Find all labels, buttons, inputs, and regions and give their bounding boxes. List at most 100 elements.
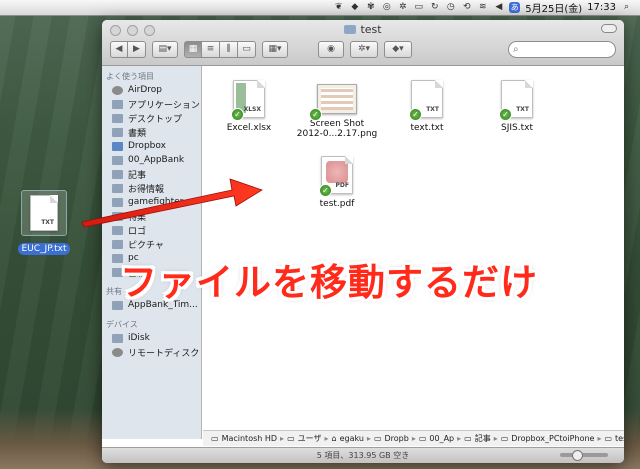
path-item[interactable]: 00_Ap — [429, 434, 454, 443]
icon-view-button[interactable]: ▦ — [184, 40, 202, 58]
sidebar-item-documents[interactable]: 書類 — [102, 125, 201, 139]
volume-icon[interactable]: ◀ — [493, 2, 504, 13]
path-item[interactable]: 記事 — [475, 433, 491, 444]
hard-drive-icon: ▭ — [211, 434, 219, 443]
folder-icon — [112, 183, 123, 193]
list-view-button[interactable]: ≡ — [202, 40, 220, 58]
folder-icon — [112, 155, 123, 165]
sidebar-item-desktop[interactable]: デスクトップ — [102, 111, 201, 125]
sidebar-item-articles[interactable]: 記事 — [102, 167, 201, 181]
file-name: SJIS.txt — [501, 123, 533, 133]
coverflow-view-button[interactable]: ▭ — [238, 40, 256, 58]
remote-disc-icon — [112, 347, 123, 357]
txt-document-icon: TXT — [30, 195, 58, 231]
sidebar-item-remote-disc[interactable]: リモートディスク — [102, 345, 201, 359]
desktop-icon — [112, 113, 123, 123]
path-separator-icon: ▸ — [366, 434, 371, 443]
file-type-tag: TXT — [426, 106, 439, 113]
path-item[interactable]: test — [615, 434, 624, 443]
folder-icon: ▭ — [500, 434, 509, 443]
file-item-test-pdf[interactable]: PDF ✓ test.pdf — [295, 156, 379, 209]
file-item-excel[interactable]: XLSX ✓ Excel.xlsx — [207, 80, 291, 133]
menubar-time[interactable]: 17:33 — [587, 2, 616, 13]
paw-icon[interactable]: ✾ — [365, 2, 376, 13]
folder-icon: ▭ — [418, 434, 427, 443]
title-bar: test ◀ ▶ ▤▾ ▦ ≡ ⫼ ▭ ▦▾ ◉ ✲▾ ◆▾ ⌕ — [102, 20, 624, 66]
file-type-tag: XLSX — [243, 106, 261, 113]
menu-bar: ❦ ◆ ✾ ◎ ✲ ▭ ↻ ◷ ⟲ ≋ ◀ あ 5月25日(金) 17:33 ⌕ — [0, 0, 640, 16]
display-icon[interactable]: ▭ — [413, 2, 424, 13]
folder-icon: ▭ — [373, 434, 382, 443]
sidebar-item-00-appbank[interactable]: 00_AppBank — [102, 153, 201, 167]
sidebar-item-idisk[interactable]: iDisk — [102, 331, 201, 345]
dropbox-synced-icon: ✓ — [409, 108, 422, 121]
sidebar-section-favorites: よく使う項目 — [106, 72, 154, 81]
sidebar-item-logo[interactable]: ロゴ — [102, 223, 201, 237]
action-gear-button[interactable]: ✲▾ — [350, 40, 378, 58]
home-icon: ⌂ — [331, 434, 337, 443]
dropbox-icon[interactable]: ◆ — [349, 2, 360, 13]
path-bar: ▭ Macintosh HD ▸ ▭ ユーザ ▸ ⌂ egaku ▸ ▭ Dropb ▸ ▭ 0… — [203, 430, 624, 446]
search-input[interactable]: ⌕ — [508, 40, 616, 58]
arrange-by-button[interactable]: ▦▾ — [262, 40, 288, 58]
view-mode-control: ▦ ≡ ⫼ ▭ — [184, 40, 256, 58]
applications-icon — [112, 99, 123, 109]
gear-icon[interactable]: ✲ — [397, 2, 408, 13]
evernote-icon[interactable]: ❦ — [333, 2, 344, 13]
search-icon: ⌕ — [513, 43, 519, 55]
quick-look-button[interactable]: ◉ — [318, 40, 344, 58]
finder-window: test ◀ ▶ ▤▾ ▦ ≡ ⫼ ▭ ▦▾ ◉ ✲▾ ◆▾ ⌕ よく使う項目 … — [102, 20, 624, 463]
file-item-screenshot[interactable]: ✓ Screen Shot 2012-0...2.17.png — [295, 80, 379, 139]
path-separator-icon: ▸ — [324, 434, 329, 443]
folder-icon: ▭ — [604, 434, 613, 443]
sidebar-item-features[interactable]: 特集 — [102, 209, 201, 223]
menubar-date[interactable]: 5月25日(金) — [525, 0, 582, 15]
time-machine-icon[interactable]: ⟲ — [461, 2, 472, 13]
sidebar-item-dropbox[interactable]: Dropbox — [102, 139, 201, 153]
sidebar-item-airdrop[interactable]: AirDrop — [102, 83, 201, 97]
sync-icon[interactable]: ↻ — [429, 2, 440, 13]
arrange-button[interactable]: ▤▾ — [152, 40, 178, 58]
path-item[interactable]: ユーザ — [298, 433, 322, 444]
file-item-sjis-txt[interactable]: TXT ✓ SJIS.txt — [475, 80, 559, 133]
status-text: 5 項目、313.95 GB 空き — [316, 451, 410, 460]
documents-icon — [112, 127, 123, 137]
path-item[interactable]: Macintosh HD — [222, 434, 277, 443]
sidebar-item-label: 書類 — [128, 128, 147, 139]
file-item-text-txt[interactable]: TXT ✓ text.txt — [385, 80, 469, 133]
path-item[interactable]: Dropbox_PCtoiPhone — [511, 434, 594, 443]
spotlight-icon[interactable]: ◎ — [381, 2, 392, 13]
sidebar-item-deals[interactable]: お得情報 — [102, 181, 201, 195]
sidebar-item-label: アプリケーション — [128, 100, 200, 111]
toolbar-toggle-button[interactable] — [601, 24, 617, 33]
dropbox-synced-icon: ✓ — [319, 184, 332, 197]
sidebar-item-label: gamefighter — [128, 197, 184, 207]
sidebar-item-label: iDisk — [128, 333, 150, 343]
desktop-file-label[interactable]: EUC_JP.txt — [17, 243, 71, 255]
sidebar-item-applications[interactable]: アプリケーション — [102, 97, 201, 111]
desktop-file-thumbnail[interactable]: TXT — [21, 190, 67, 236]
clock-icon[interactable]: ◷ — [445, 2, 456, 13]
sidebar-item-pictures[interactable]: ピクチャ — [102, 237, 201, 251]
sidebar-item-label: 00_AppBank — [128, 155, 185, 165]
path-item[interactable]: egaku — [340, 434, 364, 443]
wifi-icon[interactable]: ≋ — [477, 2, 488, 13]
path-separator-icon: ▸ — [457, 434, 462, 443]
input-method-icon[interactable]: あ — [509, 2, 521, 13]
folder-icon — [112, 225, 123, 235]
back-forward-control: ◀ ▶ — [110, 40, 146, 58]
icon-size-slider[interactable] — [560, 450, 608, 461]
column-view-button[interactable]: ⫼ — [220, 40, 238, 58]
sidebar-item-gamefighter[interactable]: gamefighter — [102, 195, 201, 209]
folder-icon — [112, 197, 123, 207]
file-type-tag: TXT — [516, 106, 529, 113]
desktop-file[interactable]: TXT EUC_JP.txt — [14, 190, 74, 255]
file-name: Excel.xlsx — [226, 123, 272, 133]
sidebar-item-label: お得情報 — [128, 184, 165, 195]
back-button[interactable]: ◀ — [110, 40, 128, 58]
dropbox-menu-button[interactable]: ◆▾ — [384, 40, 412, 58]
spotlight-search-icon[interactable]: ⌕ — [621, 2, 632, 13]
path-separator-icon: ▸ — [493, 434, 498, 443]
path-item[interactable]: Dropb — [385, 434, 409, 443]
forward-button[interactable]: ▶ — [128, 40, 146, 58]
